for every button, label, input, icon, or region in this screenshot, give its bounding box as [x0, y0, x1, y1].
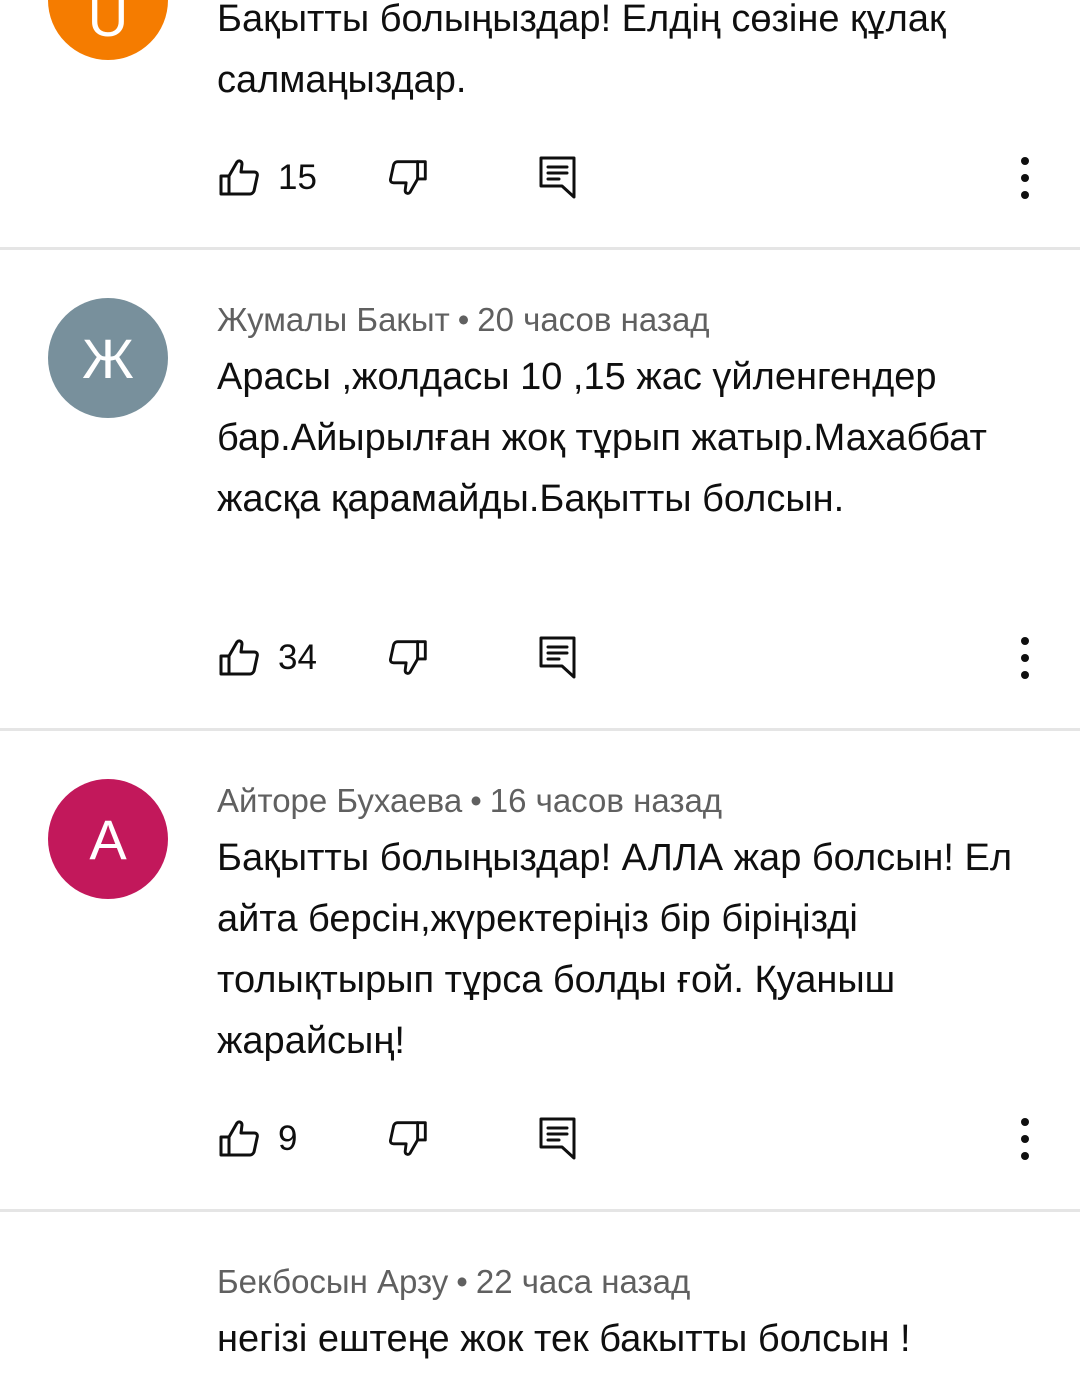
more-options-button[interactable]: [1010, 636, 1040, 680]
dislike-button[interactable]: [386, 1116, 432, 1167]
comment-time[interactable]: 16 часов назад: [490, 782, 722, 819]
like-count: 15: [278, 158, 317, 197]
like-count: 9: [278, 1119, 298, 1158]
comment-time[interactable]: 20 часов назад: [477, 301, 709, 338]
avatar[interactable]: U: [48, 0, 168, 60]
avatar-letter: Ж: [82, 326, 134, 390]
meta-separator: •: [457, 301, 470, 338]
comment-meta: Айторе Бухаева • 16 часов назад: [217, 782, 722, 820]
meta-separator: •: [456, 1263, 468, 1300]
dislike-button[interactable]: [386, 155, 432, 206]
author-name[interactable]: Айторе Бухаева: [217, 782, 462, 819]
like-count: 34: [278, 638, 317, 677]
like-button[interactable]: 15: [214, 148, 317, 208]
comment-text: Бақытты болыңыздар! АЛЛА жар болсын! Ел …: [217, 837, 1013, 1062]
comment-meta: Бекбосын Арзу • 22 часа назад: [217, 1263, 690, 1301]
like-button[interactable]: 9: [214, 1109, 297, 1169]
avatar[interactable]: Ж: [48, 298, 168, 418]
more-vertical-icon: [1010, 1118, 1040, 1165]
comment-actions: 9: [0, 1109, 1080, 1169]
more-options-button[interactable]: [1010, 1117, 1040, 1161]
comment-actions: 34: [0, 628, 1080, 688]
more-options-button[interactable]: [1010, 156, 1040, 200]
thumb-down-icon: [386, 640, 432, 685]
divider: [0, 247, 1080, 250]
reply-comment-icon: [537, 1117, 579, 1166]
comment-meta: Жумалы Бакыт • 20 часов назад: [217, 301, 710, 339]
avatar-letter: U: [87, 0, 129, 48]
more-vertical-icon: [1010, 157, 1040, 204]
thumb-down-icon: [386, 160, 432, 205]
reply-button[interactable]: [537, 155, 579, 206]
reply-comment-icon: [537, 156, 579, 205]
thumb-down-icon: [386, 1121, 432, 1166]
reply-button[interactable]: [537, 635, 579, 686]
avatar[interactable]: А: [48, 779, 168, 899]
author-name[interactable]: Жумалы Бакыт: [217, 301, 450, 338]
dislike-button[interactable]: [386, 635, 432, 686]
comment-actions: 15: [0, 148, 1080, 208]
divider: [0, 1209, 1080, 1212]
comment-text: Бақытты болыңыздар! Елдің сөзіне құлақ с…: [217, 0, 946, 101]
like-button[interactable]: 34: [214, 628, 317, 688]
reply-comment-icon: [537, 636, 579, 685]
comment-time[interactable]: 22 часа назад: [476, 1263, 690, 1300]
avatar-letter: А: [89, 807, 127, 871]
reply-button[interactable]: [537, 1116, 579, 1167]
more-vertical-icon: [1010, 637, 1040, 684]
meta-separator: •: [470, 782, 482, 819]
thumb-up-icon: [214, 1115, 262, 1163]
comment-text: негізі ештеңе жок тек бакытты болсын !: [217, 1318, 911, 1360]
comment-text: Арасы ,жолдасы 10 ,15 жас үйленгендер ба…: [217, 356, 987, 520]
thumb-up-icon: [214, 634, 262, 682]
thumb-up-icon: [214, 154, 262, 202]
author-name[interactable]: Бекбосын Арзу: [217, 1263, 448, 1300]
divider: [0, 728, 1080, 731]
